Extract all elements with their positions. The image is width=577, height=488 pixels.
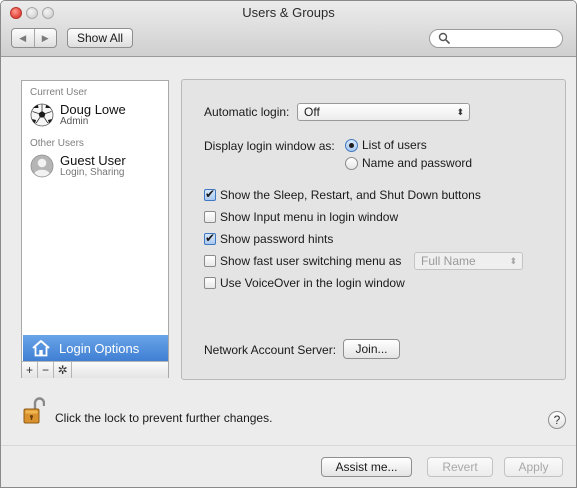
unlocked-padlock-icon[interactable] (23, 397, 45, 425)
guest-user-role: Login, Sharing (60, 167, 125, 178)
checkbox-fast-user-switching-label: Show fast user switching menu as (220, 254, 402, 268)
checkbox-show-sleep-restart-label: Show the Sleep, Restart, and Shut Down b… (220, 188, 481, 202)
current-user-header: Current User (30, 87, 88, 98)
radio-list-of-users-label: List of users (362, 138, 427, 152)
checkbox-show-input-menu-label: Show Input menu in login window (220, 210, 399, 224)
popup-arrows-icon: ⬍ (509, 256, 517, 266)
minus-icon: − (41, 363, 49, 377)
add-user-button[interactable]: + (22, 362, 38, 378)
popup-arrows-icon: ⬍ (456, 107, 464, 117)
search-icon (438, 32, 450, 44)
apply-button[interactable]: Apply (504, 457, 563, 477)
back-button[interactable]: ◀ (12, 29, 34, 47)
guest-user-avatar-icon (30, 154, 54, 178)
house-icon (32, 340, 50, 357)
sidebar-toolbar: + − ✲ (22, 361, 168, 378)
current-user-role: Admin (60, 116, 89, 127)
checkbox-show-input-menu[interactable] (204, 211, 216, 223)
login-options-item[interactable]: Login Options (23, 335, 168, 361)
title-bar: Users & Groups ◀ ▶ Show All (1, 1, 576, 57)
automatic-login-label: Automatic login: (204, 105, 290, 119)
window-title: Users & Groups (242, 5, 335, 20)
login-options-panel: Automatic login: Off ⬍ Display login win… (181, 79, 566, 380)
checkbox-show-password-hints-label: Show password hints (220, 232, 334, 246)
checkbox-voiceover-label: Use VoiceOver in the login window (220, 276, 405, 290)
fast-switch-popup[interactable]: Full Name ⬍ (414, 252, 523, 270)
search-field[interactable] (429, 29, 563, 48)
checkbox-show-password-hints[interactable] (204, 231, 216, 245)
question-mark-icon: ? (553, 413, 561, 427)
gear-icon: ✲ (57, 363, 68, 377)
action-menu-button[interactable]: ✲ (54, 362, 72, 378)
automatic-login-value: Off (304, 105, 320, 119)
checkbox-voiceover[interactable] (204, 277, 216, 289)
fast-switch-value: Full Name (421, 254, 476, 268)
network-account-server-label: Network Account Server: (204, 343, 337, 357)
revert-button[interactable]: Revert (427, 457, 493, 477)
footer-divider (1, 445, 576, 446)
lock-status-text: Click the lock to prevent further change… (55, 411, 273, 425)
display-login-label: Display login window as: (204, 139, 335, 153)
remove-user-button[interactable]: − (38, 362, 54, 378)
help-button[interactable]: ? (548, 411, 566, 429)
users-sidebar: Current User Doug Lowe Admin Other Users… (21, 80, 169, 378)
checkbox-show-sleep-restart[interactable] (204, 187, 216, 201)
other-users-header: Other Users (30, 138, 84, 149)
users-groups-window: Users & Groups ◀ ▶ Show All Current User (0, 0, 577, 488)
soccer-ball-avatar-icon (30, 103, 54, 127)
user-row-guest[interactable]: Guest User Login, Sharing (30, 153, 166, 188)
automatic-login-popup[interactable]: Off ⬍ (297, 103, 470, 121)
join-button[interactable]: Join... (343, 339, 400, 359)
user-row-current[interactable]: Doug Lowe Admin (30, 102, 166, 137)
show-all-button[interactable]: Show All (67, 28, 134, 48)
plus-icon: + (25, 363, 33, 377)
assist-me-button[interactable]: Assist me... (321, 457, 412, 477)
current-user-name: Doug Lowe (60, 102, 126, 117)
forward-arrow-icon: ▶ (41, 32, 49, 43)
checkbox-fast-user-switching[interactable] (204, 255, 216, 267)
back-arrow-icon: ◀ (19, 32, 27, 43)
radio-name-and-password[interactable] (345, 157, 358, 170)
guest-user-name: Guest User (60, 153, 126, 168)
radio-name-and-password-label: Name and password (362, 156, 473, 170)
login-options-label: Login Options (59, 341, 140, 356)
radio-list-of-users[interactable] (345, 139, 358, 152)
forward-button[interactable]: ▶ (33, 29, 57, 47)
search-input[interactable] (452, 31, 556, 46)
back-forward-group: ◀ ▶ (11, 28, 57, 48)
